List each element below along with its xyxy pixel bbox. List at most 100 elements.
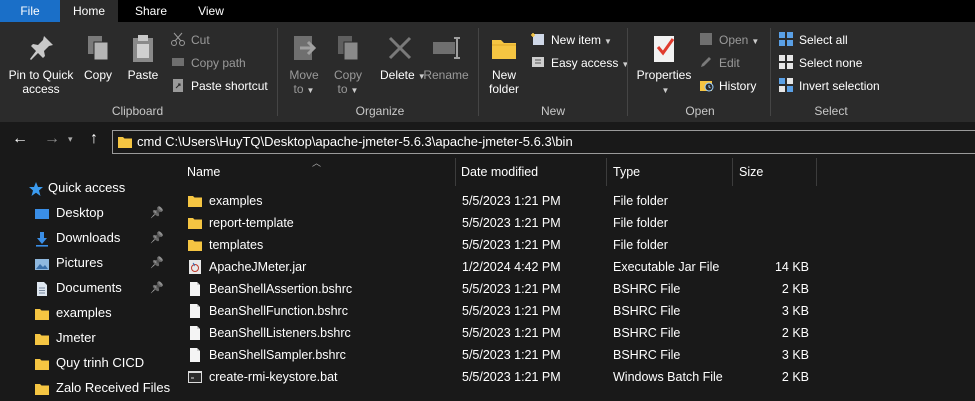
paste-shortcut-button[interactable]: Paste shortcut [170,76,268,96]
bat-file-icon [187,369,203,385]
column-header-size[interactable]: Size [739,158,809,186]
nav-item-downloads[interactable]: Downloads 📌 [0,226,175,251]
delete-button[interactable]: Delete ▼ [380,28,426,84]
nav-item-examples[interactable]: examples [0,301,175,326]
column-divider[interactable] [732,158,733,186]
copy-to-button[interactable]: Copy to ▼ [328,28,368,98]
nav-item-jmeter[interactable]: Jmeter [0,326,175,351]
pin-icon[interactable]: 📌 [150,206,164,219]
address-bar[interactable]: cmd C:\Users\HuyTQ\Desktop\apache-jmeter… [112,130,975,154]
delete-icon [388,36,412,60]
pin-icon[interactable]: 📌 [150,281,164,294]
select-none-button[interactable]: Select none [778,53,862,73]
ribbon-separator [277,28,278,116]
nav-item-label: Jmeter [56,330,96,345]
open-label: Open [719,33,749,47]
column-divider[interactable] [606,158,607,186]
file-file-icon [187,303,203,319]
rename-button[interactable]: Rename [422,28,470,82]
file-list: ︿ Name Date modified Type Size examples 5… [175,158,975,399]
folder-icon [187,237,203,253]
up-arrow-icon[interactable]: ↑ [90,130,98,148]
file-file-icon [187,281,203,297]
file-size: 3 KB [781,304,809,318]
column-header-type[interactable]: Type [613,158,733,186]
address-input[interactable]: cmd C:\Users\HuyTQ\Desktop\apache-jmeter… [137,134,573,149]
rename-label: Rename [423,68,469,82]
file-row[interactable]: BeanShellFunction.bshrc 5/5/2023 1:21 PM B… [185,300,975,322]
recent-locations-chevron-icon[interactable]: ▾ [68,134,73,145]
select-all-button[interactable]: Select all [778,30,848,50]
ribbon-separator [478,28,479,116]
column-divider[interactable] [455,158,456,186]
new-folder-button[interactable]: New folder [484,28,524,96]
tab-file[interactable]: File [0,0,60,22]
file-name: BeanShellAssertion.bshrc [209,282,353,296]
nav-item-documents[interactable]: Documents 📌 [0,276,175,301]
ribbon: Pin to Quick access Copy Paste Cut Copy … [0,22,975,122]
nav-item-quick-access[interactable]: Quick access [0,176,175,201]
new-item-button[interactable]: New item ▼ [530,30,612,50]
file-row[interactable]: create-rmi-keystore.bat 5/5/2023 1:21 PM W… [185,366,975,388]
tab-home[interactable]: Home [60,0,118,22]
nav-item-zalo-received-files[interactable]: Zalo Received Files [0,376,175,401]
nav-item-pictures[interactable]: Pictures 📌 [0,251,175,276]
edit-button[interactable]: Edit [698,53,740,73]
file-row[interactable]: examples 5/5/2023 1:21 PM File folder [185,190,975,212]
documents-icon [34,281,50,297]
cut-button[interactable]: Cut [170,30,210,50]
file-size: 3 KB [781,348,809,362]
easy-access-button[interactable]: Easy access ▼ [530,53,629,73]
file-row[interactable]: templates 5/5/2023 1:21 PM File folder [185,234,975,256]
column-header-name[interactable]: Name [187,158,452,186]
move-to-button[interactable]: Move to ▼ [284,28,324,98]
file-date-modified: 5/5/2023 1:21 PM [462,348,561,362]
file-type: BSHRC File [613,348,681,362]
file-type: Executable Jar File [613,260,720,274]
copy-path-label: Copy path [191,56,246,70]
file-date-modified: 5/5/2023 1:21 PM [462,304,561,318]
copy-icon [88,36,109,61]
organize-group: Move to ▼ Copy to ▼ Delete ▼ Rename Organiz… [280,26,480,122]
file-size: 14 KB [774,260,809,274]
pin-icon[interactable]: 📌 [150,231,164,244]
history-button[interactable]: History [698,76,756,96]
nav-item-desktop[interactable]: Desktop 📌 [0,201,175,226]
nav-item-label: Documents [56,280,122,295]
tab-share[interactable]: Share [120,0,182,22]
ribbon-tab-bar: File Home Share View [0,0,975,22]
copy-path-button[interactable]: Copy path [170,53,246,73]
clipboard-group-label: Clipboard [111,104,164,118]
select-all-icon [778,31,794,47]
back-arrow-icon[interactable]: ← [12,130,28,148]
column-header-date-modified[interactable]: Date modified [461,158,601,186]
invert-selection-button[interactable]: Invert selection [778,76,880,96]
copy-path-icon [170,54,186,70]
paste-icon [133,35,153,62]
copy-button[interactable]: Copy [80,28,116,82]
tab-view[interactable]: View [182,0,240,22]
pin-to-quick-access-button[interactable]: Pin to Quick access [6,28,76,96]
easy-access-label: Easy access [551,56,619,70]
file-row[interactable]: report-template 5/5/2023 1:21 PM File fold… [185,212,975,234]
new-folder-icon [492,40,516,59]
open-icon [698,31,714,47]
file-row[interactable]: BeanShellListeners.bshrc 5/5/2023 1:21 PM… [185,322,975,344]
file-row[interactable]: BeanShellAssertion.bshrc 5/5/2023 1:21 PM… [185,278,975,300]
file-row[interactable]: ApacheJMeter.jar 1/2/2024 4:42 PM Executab… [185,256,975,278]
column-divider[interactable] [816,158,817,186]
open-button[interactable]: Open ▼ [698,30,759,50]
properties-button[interactable]: Properties ▼ [634,28,694,98]
file-name: BeanShellListeners.bshrc [209,326,351,340]
paste-button[interactable]: Paste [124,28,162,82]
file-date-modified: 5/5/2023 1:21 PM [462,238,561,252]
easy-access-icon [530,54,546,70]
invert-selection-icon [778,77,794,93]
file-row[interactable]: BeanShellSampler.bshrc 5/5/2023 1:21 PM BS… [185,344,975,366]
nav-item-quy-trinh-cicd[interactable]: Quy trinh CICD [0,351,175,376]
organize-group-label: Organize [355,104,405,118]
file-name: BeanShellSampler.bshrc [209,348,346,362]
move-to-icon [294,36,317,60]
pin-icon[interactable]: 📌 [150,256,164,269]
forward-arrow-icon[interactable]: → [44,130,60,148]
